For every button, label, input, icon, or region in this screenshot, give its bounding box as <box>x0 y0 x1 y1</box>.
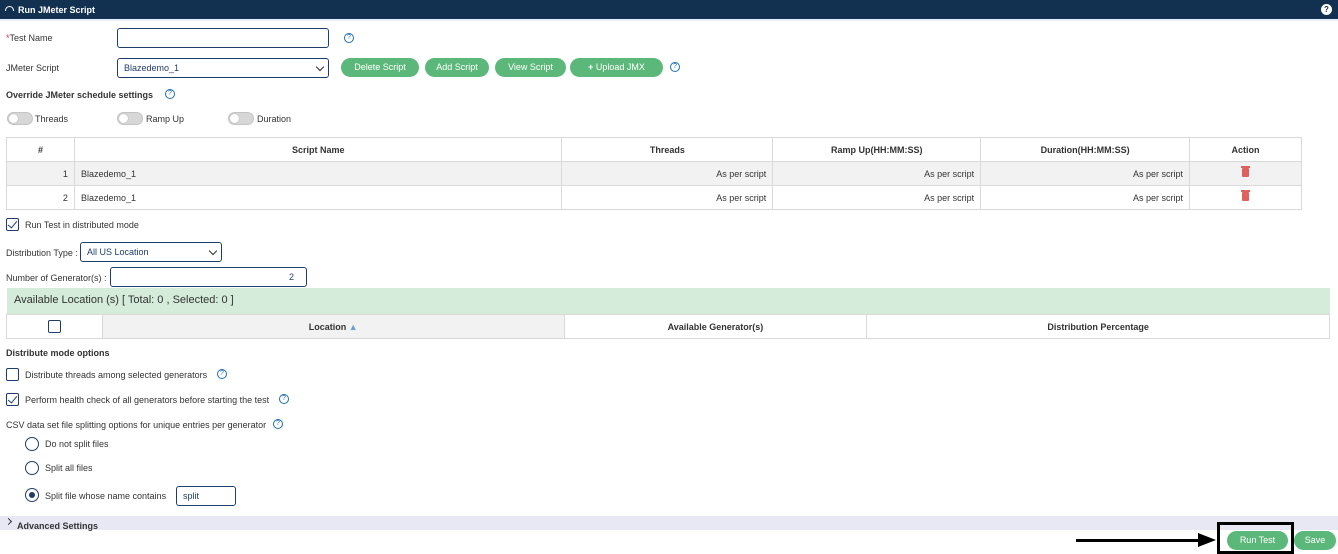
chevron-down-icon <box>208 246 218 256</box>
generators-label: Number of Generator(s) : <box>6 273 107 283</box>
select-all-cell <box>6 314 103 339</box>
row-number: 1 <box>6 161 75 186</box>
distribute-threads-checkbox[interactable] <box>6 368 19 381</box>
split-name-input[interactable]: split <box>176 486 236 506</box>
select-all-checkbox[interactable] <box>47 320 61 333</box>
script-name-cell: Blazedemo_1 <box>73 161 563 186</box>
health-check-label: Perform health check of all generators b… <box>25 395 270 405</box>
table-row: 2 Blazedemo_1 As per script As per scrip… <box>6 185 1302 210</box>
delete-script-button[interactable]: Delete Script <box>341 58 419 77</box>
chevron-right-icon <box>4 517 13 526</box>
radio-split-contains-label: Split file whose name contains <box>45 491 167 501</box>
upload-jmx-label: Upload JMX <box>595 62 645 72</box>
radio-no-split-label: Do not split files <box>45 439 109 449</box>
chevron-down-icon <box>315 62 325 72</box>
col-header: Duration(HH:MM:SS) <box>980 137 1191 162</box>
ramp-up-toggle-label: Ramp Up <box>146 114 185 124</box>
jmeter-script-label: JMeter Script <box>6 63 60 73</box>
radio-no-split[interactable] <box>25 437 39 451</box>
ramp-cell: As per script <box>772 185 982 210</box>
test-name-help-icon[interactable]: ? <box>344 33 354 43</box>
distribute-threads-help-icon[interactable]: ? <box>217 369 227 379</box>
radio-split-all-label: Split all files <box>45 463 93 473</box>
duration-toggle[interactable] <box>228 112 254 125</box>
distribution-type-select[interactable]: All US Location <box>80 242 222 262</box>
col-header: Threads <box>561 137 774 162</box>
csv-heading: CSV data set file splitting options for … <box>6 420 267 430</box>
location-table: Location ▲ Available Generator(s) Distri… <box>6 314 1330 339</box>
row-number: 2 <box>6 185 75 210</box>
annotation-arrow-head <box>1198 533 1216 547</box>
scripts-table: # Script Name Threads Ramp Up(HH:MM:SS) … <box>6 137 1302 210</box>
annotation-arrow-line <box>1076 539 1206 542</box>
table-row: 1 Blazedemo_1 As per script As per scrip… <box>6 161 1302 186</box>
title-bar: Run JMeter Script ? <box>0 0 1338 21</box>
jmeter-script-value: Blazedemo_1 <box>124 63 180 73</box>
table-header-row: # Script Name Threads Ramp Up(HH:MM:SS) … <box>6 137 1302 162</box>
script-name-cell: Blazedemo_1 <box>73 185 563 210</box>
table-header-row: Location ▲ Available Generator(s) Distri… <box>6 314 1330 339</box>
available-location-band: Available Location (s) [ Total: 0 , Sele… <box>7 288 1330 314</box>
distribution-type-label: Distribution Type : <box>6 248 78 258</box>
col-header: Available Generator(s) <box>563 314 868 339</box>
col-header: Action <box>1189 137 1302 162</box>
health-check-checkbox[interactable] <box>6 393 19 406</box>
trash-icon[interactable] <box>1241 166 1251 177</box>
window-title: Run JMeter Script <box>18 5 96 15</box>
action-cell <box>1189 185 1302 210</box>
threads-toggle-label: Threads <box>35 114 69 124</box>
save-button[interactable]: Save <box>1294 531 1336 550</box>
jmeter-script-help-icon[interactable]: ? <box>670 62 680 72</box>
view-script-button[interactable]: View Script <box>495 58 566 77</box>
threads-toggle[interactable] <box>7 112 33 125</box>
gauge-icon <box>5 6 14 11</box>
ramp-up-toggle[interactable] <box>117 112 143 125</box>
csv-help-icon[interactable]: ? <box>273 419 283 429</box>
run-test-highlight <box>1217 522 1294 554</box>
jmeter-script-select[interactable]: Blazedemo_1 <box>117 58 329 78</box>
advanced-settings-toggle[interactable]: Advanced Settings <box>0 516 1338 531</box>
generators-input[interactable]: 2 <box>110 267 307 287</box>
col-header: Script Name <box>73 137 563 162</box>
upload-jmx-button[interactable]: + Upload JMX <box>570 58 663 77</box>
col-header: Distribution Percentage <box>866 314 1330 339</box>
location-col-header[interactable]: Location ▲ <box>101 314 565 339</box>
distribute-options-heading: Distribute mode options <box>6 348 110 358</box>
sort-up-icon: ▲ <box>348 321 358 332</box>
override-heading: Override JMeter schedule settings <box>6 90 154 100</box>
ramp-cell: As per script <box>772 161 982 186</box>
help-icon[interactable]: ? <box>1321 4 1332 15</box>
add-script-button[interactable]: Add Script <box>425 58 489 77</box>
distribute-threads-label: Distribute threads among selected genera… <box>25 370 208 380</box>
run-distributed-checkbox[interactable] <box>6 218 19 231</box>
col-header: Ramp Up(HH:MM:SS) <box>772 137 982 162</box>
threads-cell: As per script <box>561 185 774 210</box>
radio-split-all[interactable] <box>25 461 39 475</box>
action-cell <box>1189 161 1302 186</box>
advanced-settings-label: Advanced Settings <box>17 521 99 531</box>
col-header: # <box>6 137 75 162</box>
duration-toggle-label: Duration <box>257 114 292 124</box>
run-distributed-label: Run Test in distributed mode <box>25 220 139 230</box>
health-check-help-icon[interactable]: ? <box>279 394 289 404</box>
plus-icon: + <box>588 62 594 72</box>
duration-cell: As per script <box>980 185 1191 210</box>
distribution-type-value: All US Location <box>87 247 149 257</box>
test-name-input[interactable] <box>117 28 329 48</box>
trash-icon[interactable] <box>1241 190 1251 201</box>
override-help-icon[interactable]: ? <box>165 89 175 99</box>
duration-cell: As per script <box>980 161 1191 186</box>
location-header-label: Location <box>308 321 347 332</box>
threads-cell: As per script <box>561 161 774 186</box>
test-name-label: *Test Name <box>6 33 53 43</box>
radio-split-contains[interactable] <box>25 488 39 502</box>
